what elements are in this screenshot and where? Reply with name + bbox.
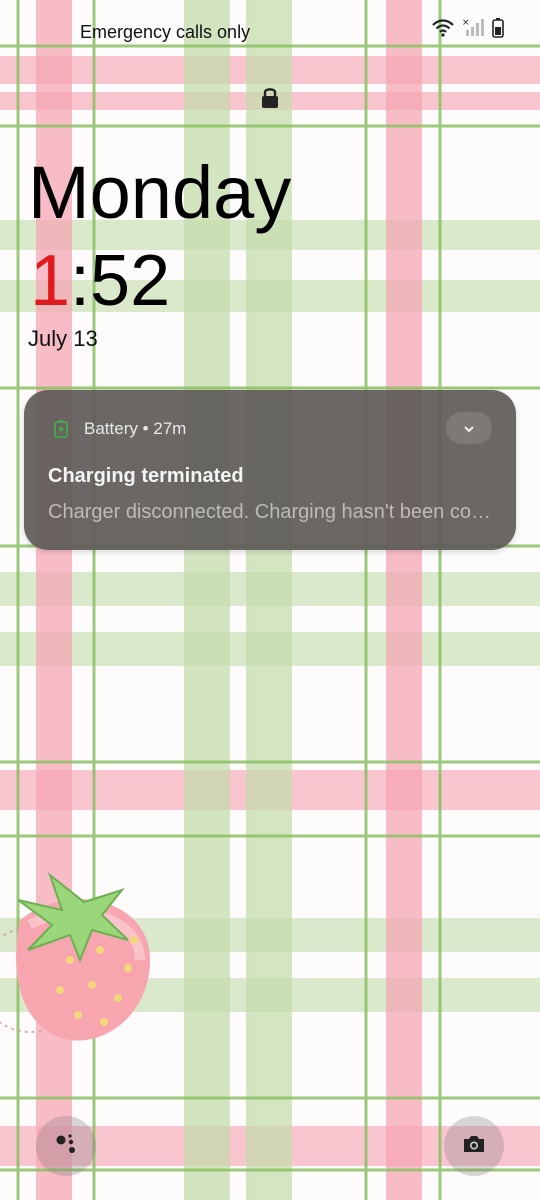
day-of-week: Monday	[28, 151, 292, 234]
notification-body: Charger disconnected. Charging hasn't be…	[48, 501, 494, 523]
no-signal-icon: ×	[462, 18, 484, 42]
notification-app-line: Battery • 27m	[84, 419, 187, 438]
wifi-icon	[432, 19, 454, 41]
expand-notification-button[interactable]	[446, 412, 492, 444]
battery-charging-icon	[54, 420, 68, 438]
battery-icon	[492, 18, 504, 42]
date-label: July 13	[28, 326, 98, 351]
chevron-down-icon	[462, 419, 476, 438]
battery-notification-card[interactable]: Battery • 27m Charging terminated Charge…	[24, 390, 516, 550]
clock-hour: 1	[30, 241, 71, 321]
camera-icon	[462, 1133, 486, 1159]
status-icons: ×	[432, 18, 504, 42]
clock-minutes: :52	[70, 241, 171, 321]
camera-shortcut-button[interactable]	[444, 1116, 504, 1176]
assistant-shortcut-button[interactable]	[36, 1116, 96, 1176]
carrier-status-text: Emergency calls only	[80, 22, 251, 42]
notification-title: Charging terminated	[48, 465, 244, 487]
status-bar: Emergency calls only ×	[0, 0, 540, 64]
svg-text:×: ×	[462, 18, 470, 28]
assistant-icon	[53, 1131, 79, 1161]
padlock-icon[interactable]	[258, 84, 282, 112]
clock: 1:52	[30, 240, 170, 322]
